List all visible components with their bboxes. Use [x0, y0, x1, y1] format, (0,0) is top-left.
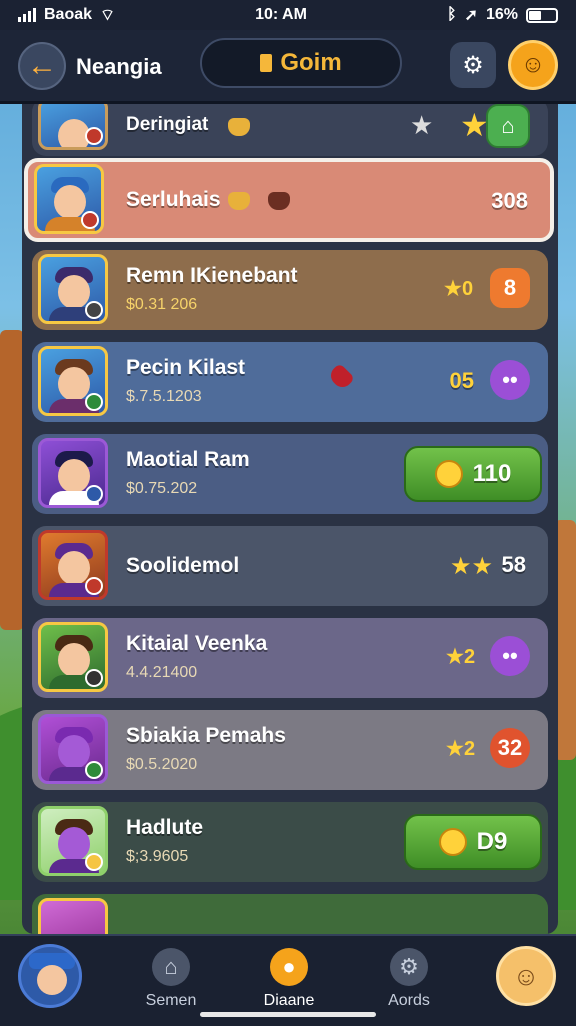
player-score: 308 — [491, 188, 528, 213]
gem-icon — [228, 192, 250, 210]
coin-icon: ● — [270, 948, 308, 986]
bluetooth-icon: ᛒ — [446, 6, 457, 23]
player-avatar — [38, 346, 108, 416]
gear-icon: ⚙ — [390, 948, 428, 986]
list-item[interactable]: Hadlute $;3.9605 D9 — [32, 802, 548, 882]
player-balance: 4.4.21400 — [126, 664, 198, 681]
profile-button[interactable]: ☺ — [508, 40, 558, 90]
location-icon: ➚ — [464, 7, 478, 24]
carrier-text: Baoak — [44, 6, 93, 23]
player-avatar — [38, 104, 108, 150]
reward-badge[interactable]: 32 — [490, 728, 530, 768]
home-indicator — [200, 1012, 376, 1017]
gem-icon — [228, 118, 250, 136]
settings-icon: ⚙ — [462, 51, 484, 79]
list-item[interactable]: Serluhais 308 — [24, 158, 554, 242]
ruby-icon — [326, 362, 356, 392]
reward-icon[interactable]: ⌂ — [486, 104, 530, 148]
player-name: Maotial Ram — [126, 448, 250, 471]
back-arrow-icon: ← — [27, 49, 57, 82]
purple-monster-icon[interactable]: •• — [490, 360, 530, 400]
player-balance: $;3.9605 — [126, 848, 189, 865]
status-bar: Baoak ⌔ 10: AM ᛒ ➚ 16% — [0, 0, 576, 30]
nav-game-label: Diaane — [263, 992, 315, 1009]
user-icon: ☺ — [512, 960, 540, 991]
player-avatar — [38, 438, 108, 508]
battery-text: 16% — [485, 6, 518, 23]
player-balance: $0.5.2020 — [126, 756, 198, 773]
nav-home-label: Semen — [145, 992, 197, 1009]
player-balance: $0.31 206 — [126, 296, 198, 313]
chip-icon — [260, 54, 273, 72]
battery-icon — [525, 7, 558, 23]
player-name: Pecin Kilast — [126, 356, 246, 379]
player-avatar — [38, 254, 108, 324]
profile-icon: ☺ — [520, 51, 546, 78]
claim-button[interactable]: D9 — [404, 814, 542, 870]
nav-awards[interactable]: ⚙ Aords — [364, 948, 454, 1010]
gem-icon — [268, 192, 290, 210]
player-avatar — [38, 622, 108, 692]
player-name: Soolidemol — [126, 554, 240, 577]
player-name: Kitaial Veenka — [126, 632, 268, 655]
back-button[interactable]: ← — [18, 42, 66, 90]
nav-home[interactable]: ⌂ Semen — [126, 948, 216, 1010]
nav-awards-label: Aords — [388, 992, 430, 1009]
list-item[interactable]: Sbiakia Pemahs $0.5.2020 ★2 32 — [32, 710, 548, 790]
player-name: Serluhais — [126, 188, 221, 211]
coin-icon — [438, 828, 467, 856]
wifi-icon: ⌔ — [100, 7, 116, 24]
settings-button[interactable]: ⚙ — [450, 42, 496, 88]
list-item[interactable]: Kitaial Veenka 4.4.21400 ★2 •• — [32, 618, 548, 698]
star-count: ★2 — [446, 646, 476, 668]
leaderboard-list: Deringiat ★ ★ ⌂ Serluhais 308 Remn IKien… — [22, 104, 558, 934]
home-icon: ⌂ — [152, 948, 190, 986]
player-score: 05 — [449, 368, 474, 393]
player-name: Hadlute — [126, 816, 204, 839]
list-item[interactable]: Pecin Kilast $.7.5.1203 05 •• — [32, 342, 548, 422]
nav-player-avatar[interactable] — [18, 944, 82, 1008]
reward-badge[interactable]: 8 — [490, 268, 530, 308]
signal-icon — [18, 8, 36, 22]
list-item[interactable]: Maotial Ram $0.75.202 110 — [32, 434, 548, 514]
star-icon: ★ — [410, 110, 434, 140]
player-avatar — [38, 806, 108, 876]
player-avatar — [38, 530, 108, 600]
player-name: Sbiakia Pemahs — [126, 724, 286, 747]
player-name: Deringiat — [126, 114, 209, 135]
player-avatar — [34, 164, 104, 234]
game-mode-button[interactable]: Goim — [200, 38, 402, 88]
player-avatar — [38, 898, 108, 934]
player-balance: $.7.5.1203 — [126, 388, 202, 405]
player-balance: $0.75.202 — [126, 480, 198, 497]
star-count: ★0 — [444, 278, 474, 300]
star-icon: ★★ — [450, 553, 494, 580]
star-count: ★2 — [446, 738, 476, 760]
star-icon: ★ — [460, 107, 489, 143]
list-item[interactable]: Soolidemol ★★ 58 — [32, 526, 548, 606]
player-score: 58 — [501, 552, 526, 577]
coin-icon — [434, 460, 463, 488]
claim-button[interactable]: 110 — [404, 446, 542, 502]
list-item[interactable] — [32, 894, 548, 934]
header-title: Neangia — [76, 54, 162, 79]
nav-game[interactable]: ● Diaane — [244, 948, 334, 1010]
list-item[interactable]: Remn IKienebant $0.31 206 ★0 8 — [32, 250, 548, 330]
nav-profile-button[interactable]: ☺ — [496, 946, 556, 1006]
player-avatar — [38, 714, 108, 784]
game-label: Goim — [280, 49, 342, 76]
player-name: Remn IKienebant — [126, 264, 298, 287]
top-header: ← Neangia Goim ⚙ ☺ — [0, 30, 576, 104]
clock-text: 10: AM — [255, 6, 307, 23]
purple-monster-icon[interactable]: •• — [490, 636, 530, 676]
list-item[interactable]: Deringiat ★ ★ ⌂ — [32, 104, 548, 156]
